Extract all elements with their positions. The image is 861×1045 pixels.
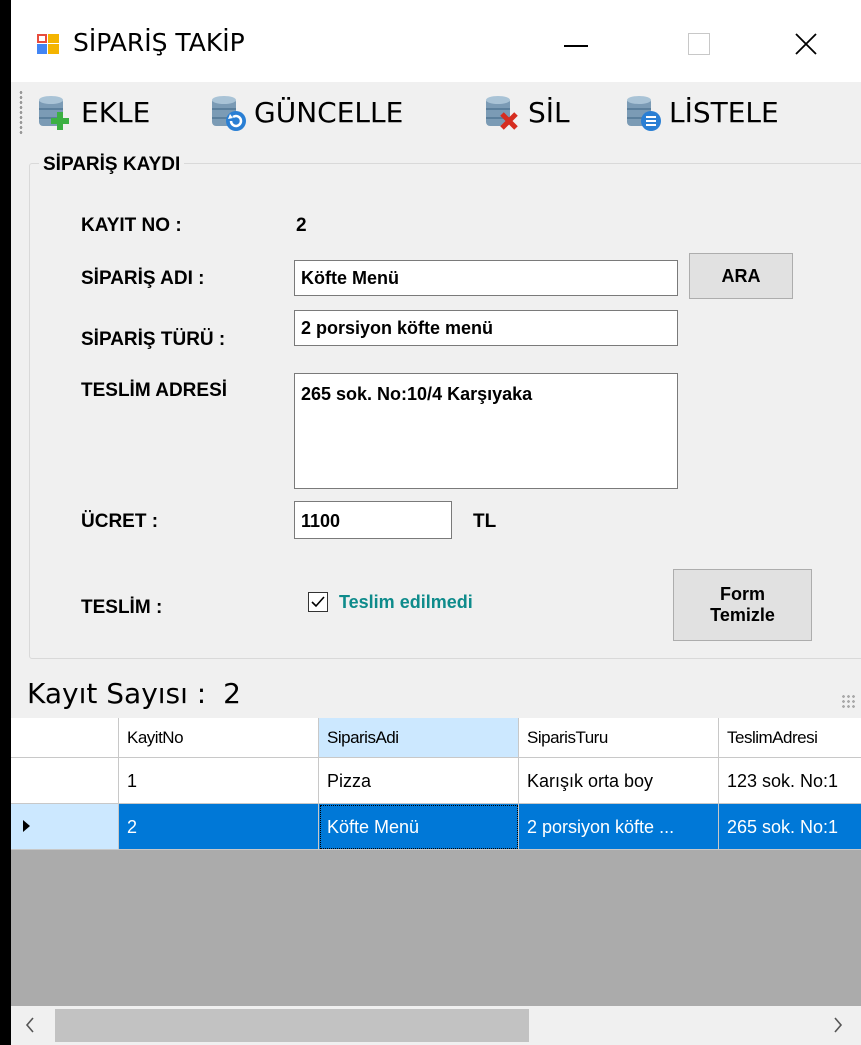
sil-label: SİL xyxy=(528,95,570,129)
row-header[interactable] xyxy=(11,804,119,850)
ekle-label: EKLE xyxy=(81,95,151,129)
scroll-left-button[interactable] xyxy=(19,1014,41,1036)
column-header-teslimadresi[interactable]: TeslimAdresi xyxy=(719,718,861,758)
ucret-unit: TL xyxy=(473,511,497,532)
window-title: SİPARİŞ TAKİP xyxy=(73,28,245,57)
ekle-button[interactable]: EKLE xyxy=(35,88,150,136)
kayit-no-label: KAYIT NO : xyxy=(81,215,182,236)
kayit-no-value: 2 xyxy=(296,215,307,236)
siparis-adi-label: SİPARİŞ ADI : xyxy=(81,268,205,289)
chevron-right-icon xyxy=(834,1017,843,1033)
teslim-adresi-textarea[interactable]: 265 sok. No:10/4 Karşıyaka xyxy=(294,373,678,489)
table-cell[interactable]: 1 xyxy=(119,758,319,804)
form-temizle-label-1: Form xyxy=(720,584,765,605)
table-row[interactable]: 1 Pizza Karışık orta boy 123 sok. No:1 xyxy=(11,758,861,804)
table-cell[interactable]: Pizza xyxy=(319,758,519,804)
siparis-adi-input[interactable]: Köfte Menü xyxy=(294,260,678,296)
ucret-label: ÜCRET : xyxy=(81,511,159,532)
database-refresh-icon xyxy=(212,96,246,131)
minimize-button[interactable] xyxy=(536,14,616,74)
table-cell[interactable]: 2 xyxy=(119,804,319,850)
scroll-thumb[interactable] xyxy=(55,1009,529,1042)
kayit-sayisi: Kayıt Sayısı : 2 xyxy=(27,677,241,710)
row-header[interactable] xyxy=(11,758,119,804)
column-header-kayitno[interactable]: KayitNo xyxy=(119,718,319,758)
ucret-input[interactable]: 1100 xyxy=(294,501,452,539)
guncelle-label: GÜNCELLE xyxy=(254,95,404,129)
table-cell-focused[interactable]: Köfte Menü xyxy=(319,804,519,850)
teslim-adresi-label: TESLİM ADRESİ xyxy=(81,380,228,401)
row-header-corner[interactable] xyxy=(11,718,119,758)
title-bar: SİPARİŞ TAKİP xyxy=(11,0,861,82)
teslim-checkbox[interactable] xyxy=(308,592,328,612)
maximize-button[interactable] xyxy=(659,14,739,74)
app-window-icon xyxy=(37,34,59,54)
minimize-icon xyxy=(564,45,588,47)
form-temizle-button[interactable]: Form Temizle xyxy=(673,569,812,641)
table-cell[interactable]: 265 sok. No:1 xyxy=(719,804,861,850)
listele-button[interactable]: LİSTELE xyxy=(623,88,779,136)
maximize-icon xyxy=(688,33,710,55)
grid-header: KayitNo SiparisAdi SiparisTuru TeslimAdr… xyxy=(11,718,861,758)
toolbar-grip[interactable] xyxy=(19,90,23,134)
checkmark-icon xyxy=(311,596,325,608)
scroll-right-button[interactable] xyxy=(827,1014,849,1036)
kayit-sayisi-value: 2 xyxy=(223,677,241,710)
table-cell[interactable]: Karışık orta boy xyxy=(519,758,719,804)
table-cell[interactable]: 123 sok. No:1 xyxy=(719,758,861,804)
listele-label: LİSTELE xyxy=(669,95,779,129)
chevron-left-icon xyxy=(25,1017,34,1033)
main-window: SİPARİŞ TAKİP EKLE GÜNCELLE SİL LİSTELE … xyxy=(11,0,861,1045)
siparis-turu-label: SİPARİŞ TÜRÜ : xyxy=(81,329,226,350)
table-cell[interactable]: 2 porsiyon köfte ... xyxy=(519,804,719,850)
guncelle-button[interactable]: GÜNCELLE xyxy=(208,88,403,136)
current-row-arrow-icon xyxy=(23,820,30,832)
data-grid[interactable]: KayitNo SiparisAdi SiparisTuru TeslimAdr… xyxy=(11,718,861,1045)
table-row-selected[interactable]: 2 Köfte Menü 2 porsiyon köfte ... 265 so… xyxy=(11,804,861,850)
database-delete-icon xyxy=(486,96,518,130)
toolbar: EKLE GÜNCELLE SİL LİSTELE xyxy=(11,82,861,142)
column-header-siparisadi[interactable]: SiparisAdi xyxy=(319,718,519,758)
close-icon xyxy=(795,33,817,55)
sil-button[interactable]: SİL xyxy=(482,88,570,136)
kayit-sayisi-label: Kayıt Sayısı : xyxy=(27,677,207,710)
database-add-icon xyxy=(39,96,69,130)
column-header-siparisturu[interactable]: SiparisTuru xyxy=(519,718,719,758)
horizontal-scrollbar[interactable] xyxy=(11,1006,861,1045)
form-temizle-label-2: Temizle xyxy=(710,605,775,625)
group-title: SİPARİŞ KAYDI xyxy=(39,154,185,176)
ara-button[interactable]: ARA xyxy=(689,253,793,299)
database-list-icon xyxy=(627,96,661,131)
resize-grip[interactable] xyxy=(841,694,855,708)
teslim-checkbox-label[interactable]: Teslim edilmedi xyxy=(339,592,473,613)
close-button[interactable] xyxy=(766,14,846,74)
siparis-turu-input[interactable]: 2 porsiyon köfte menü xyxy=(294,310,678,346)
teslim-label: TESLİM : xyxy=(81,597,163,618)
